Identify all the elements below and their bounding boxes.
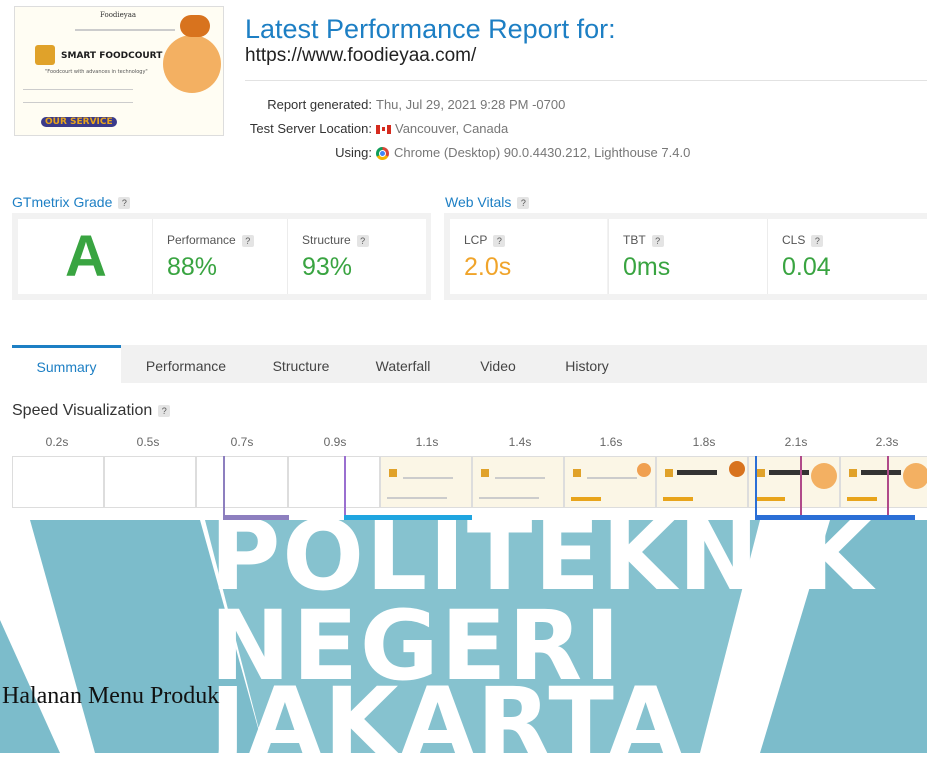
time-label: 2.1s [784,435,808,449]
gtmetrix-report: Foodieyaa SMART FOODCOURT "Foodcourt wit… [0,0,927,520]
web-vitals-panel: LCP? 2.0s TBT? 0ms CLS? 0.04 [444,213,927,300]
help-icon[interactable]: ? [651,234,664,247]
location-value-wrap: Vancouver, Canada [376,121,508,136]
time-label: 2.3s [875,435,899,449]
using-value: Chrome (Desktop) 90.0.4430.212, Lighthou… [394,145,691,160]
help-icon[interactable]: ? [493,234,506,247]
location-label: Test Server Location: [249,121,372,136]
help-icon[interactable]: ? [118,197,131,210]
thumbnail-service-button: OUR SERVICE [41,117,117,127]
using-label: Using: [335,145,372,160]
tbt-cell: TBT? 0ms [608,219,767,294]
lcp-value: 2.0s [464,253,512,281]
filmstrip-frame-page[interactable] [748,456,840,508]
web-vitals-heading: Web Vitals? [445,194,530,210]
filmstrip-frame-page[interactable] [564,456,656,508]
food-illustration-accent [180,15,210,37]
time-label: 1.4s [508,435,532,449]
filmstrip-frame-page[interactable] [380,456,472,508]
generated-value: Thu, Jul 29, 2021 9:28 PM -0700 [376,97,566,112]
milestone-bar [223,515,289,520]
filmstrip-frame-empty[interactable] [12,456,104,508]
milestone-marker [887,456,889,520]
grade-cell: A [18,219,154,294]
help-icon[interactable]: ? [811,234,824,247]
lcp-cell: LCP? 2.0s [450,219,607,294]
milestone-marker [800,456,802,520]
gtmetrix-grade-heading: GTmetrix Grade? [12,194,131,210]
milestone-marker [344,456,346,520]
help-icon[interactable]: ? [356,234,369,247]
lcp-label: LCP [464,233,488,247]
thumbnail-text-lines [23,89,133,103]
thumbnail-nav [75,29,175,31]
filmstrip-frame-empty[interactable] [196,456,288,508]
caption: Halanan Menu Produk [2,683,220,709]
milestone-marker [223,456,225,520]
report-title: Latest Performance Report for: [245,14,616,44]
food-jar-icon [35,45,55,65]
speed-visualization-title: Speed Visualization [12,402,153,419]
filmstrip-frame-page[interactable] [840,456,927,508]
cls-value: 0.04 [782,253,831,281]
time-label: 0.7s [230,435,254,449]
performance-value: 88% [167,253,218,281]
time-label: 1.1s [415,435,439,449]
thumbnail-tagline: "Foodcourt with advances in technology" [45,69,148,75]
structure-value: 93% [302,253,353,281]
tab-summary[interactable]: Summary [12,345,121,383]
tbt-value: 0ms [623,253,671,281]
tab-performance[interactable]: Performance [121,345,251,383]
generated-label: Report generated: [267,97,372,112]
time-label: 0.2s [45,435,69,449]
gtmetrix-grade-title: GTmetrix Grade [12,194,113,210]
report-tabs: Summary Performance Structure Waterfall … [12,345,927,383]
help-icon[interactable]: ? [241,234,254,247]
gtmetrix-grade-panel: A Performance? 88% Structure? 93% [12,213,431,300]
milestone-bar [755,515,915,520]
time-label: 0.5s [136,435,160,449]
performance-label: Performance [167,233,236,247]
thumbnail-brand: Foodieyaa [100,11,137,19]
watermark-line-3: JAKARTA [210,667,685,779]
time-label: 0.9s [323,435,347,449]
web-vitals-title: Web Vitals [445,194,512,210]
thumbnail-headline: SMART FOODCOURT [61,51,163,61]
filmstrip-frame-empty[interactable] [288,456,380,508]
cls-label: CLS [782,233,806,247]
report-url[interactable]: https://www.foodieyaa.com/ [245,45,476,67]
tab-waterfall[interactable]: Waterfall [351,345,455,383]
cls-cell: CLS? 0.04 [767,219,927,294]
tab-video[interactable]: Video [455,345,541,383]
structure-cell: Structure? 93% [287,219,426,294]
tab-history[interactable]: History [541,345,633,383]
chrome-icon [376,147,389,161]
tbt-label: TBT [623,233,646,247]
help-icon[interactable]: ? [158,404,171,417]
structure-label: Structure [302,233,351,247]
site-thumbnail[interactable]: Foodieyaa SMART FOODCOURT "Foodcourt wit… [14,6,224,136]
canada-flag-icon [376,125,391,135]
speed-visualization-heading: Speed Visualization? [12,402,171,420]
filmstrip-frame-empty[interactable] [104,456,196,508]
help-icon[interactable]: ? [517,197,530,210]
performance-cell: Performance? 88% [152,219,287,294]
location-value: Vancouver, Canada [395,121,509,136]
food-illustration [163,35,221,93]
divider [245,80,927,81]
time-label: 1.6s [599,435,623,449]
time-label: 1.8s [692,435,716,449]
filmstrip-frame-page[interactable] [472,456,564,508]
grade-letter: A [65,224,107,289]
milestone-bar [344,515,472,520]
tab-structure[interactable]: Structure [251,345,351,383]
using-value-wrap: Chrome (Desktop) 90.0.4430.212, Lighthou… [376,145,691,161]
milestone-marker [755,456,757,520]
filmstrip-frame-page[interactable] [656,456,748,508]
